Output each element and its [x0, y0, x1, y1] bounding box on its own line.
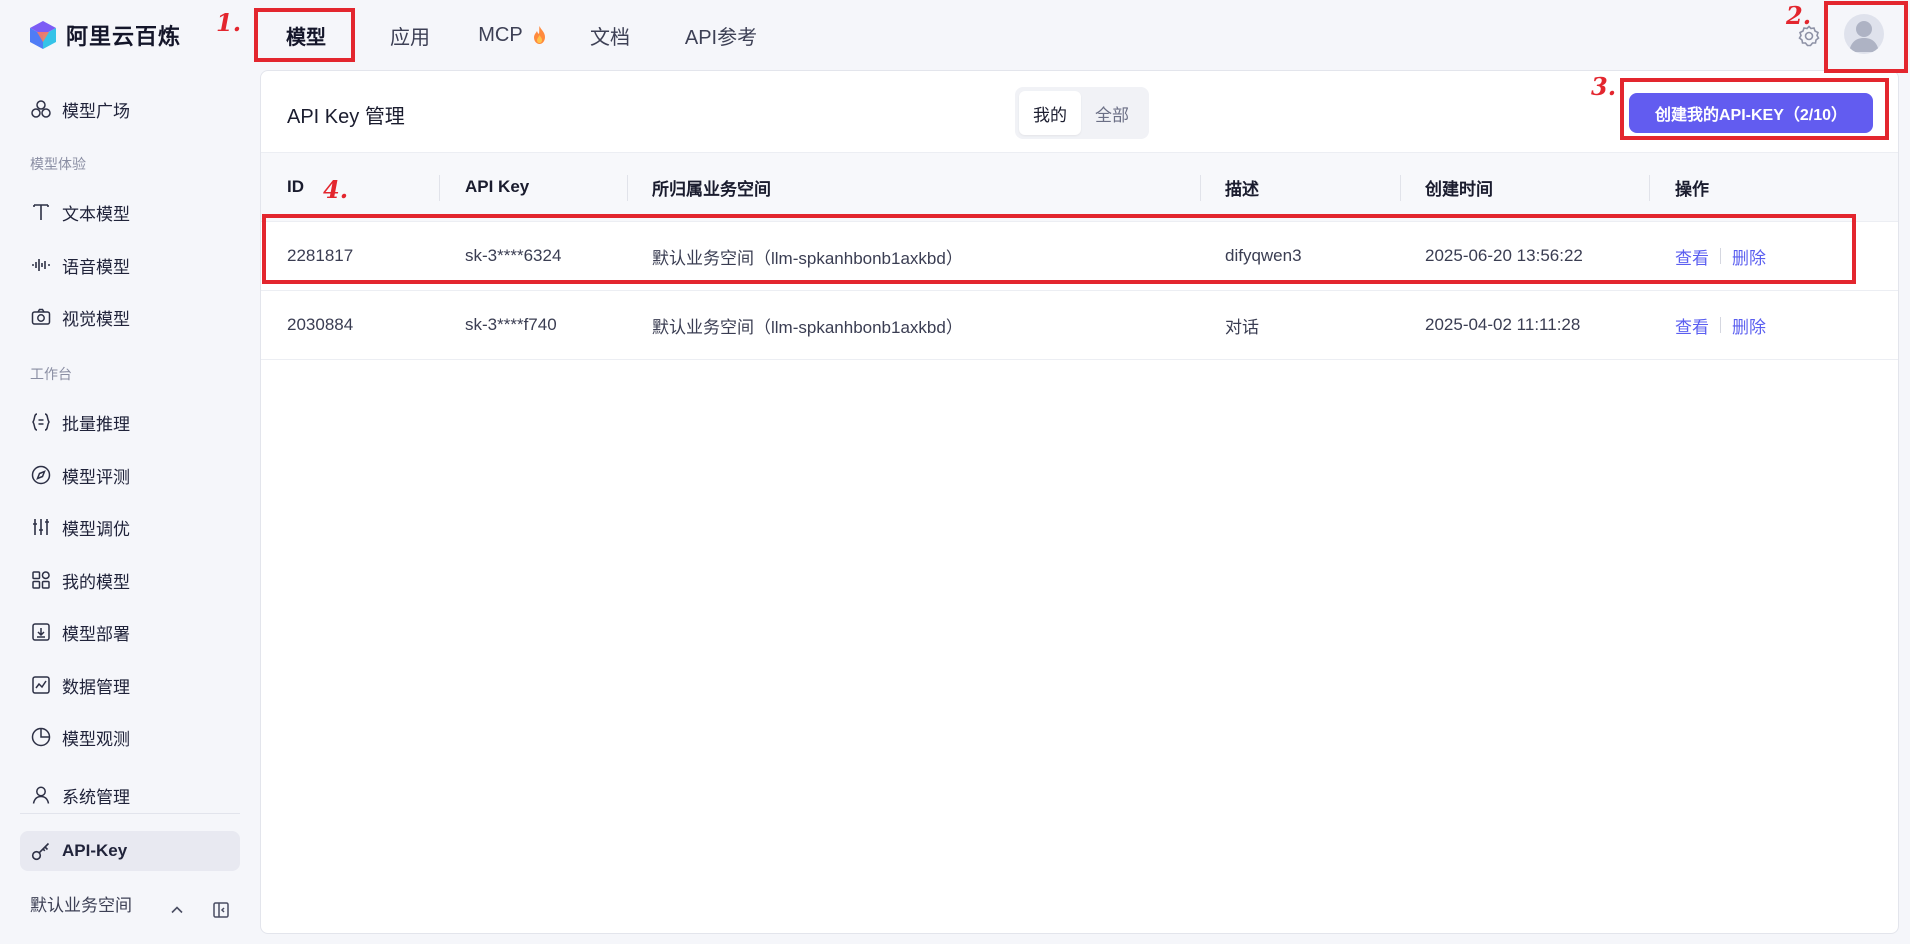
sidebar-item-model-plaza[interactable]: 模型广场 [20, 89, 240, 129]
annotation-box-models-tab [254, 8, 355, 62]
section-model-experience: 模型体验 [30, 156, 86, 172]
cell-id: 2030884 [287, 315, 354, 334]
model-plaza-icon [31, 100, 51, 118]
sidebar-item-label: 我的模型 [62, 572, 130, 592]
workspace-switcher[interactable]: 默认业务空间 [30, 888, 132, 918]
tab-apps-label: 应用 [390, 26, 430, 49]
segment-all[interactable]: 全部 [1081, 91, 1143, 135]
page-title: API Key 管理 [287, 106, 405, 128]
pie-chart-icon [31, 727, 51, 747]
column-divider [439, 175, 440, 201]
column-header-created: 创建时间 [1425, 179, 1493, 199]
sidebar-item-model-tuning[interactable]: 模型调优 [20, 507, 240, 547]
column-header-id: ID [287, 177, 304, 196]
column-header-actions: 操作 [1675, 179, 1709, 199]
tab-mcp-label: MCP [478, 23, 523, 46]
sidebar-item-label: 语音模型 [62, 257, 130, 277]
column-header-api-key: API Key [465, 177, 530, 196]
annotation-number-3: 3. [1591, 72, 1617, 101]
compass-icon [31, 465, 51, 485]
sidebar-item-label: 模型评测 [62, 467, 130, 487]
sidebar-collapse-icon[interactable] [211, 900, 231, 920]
tab-docs-label: 文档 [590, 26, 630, 49]
sidebar-item-vision-model[interactable]: 视觉模型 [20, 297, 240, 337]
grid-icon [32, 571, 50, 589]
view-link[interactable]: 查看 [1675, 313, 1709, 338]
brand-logo[interactable]: 阿里云百炼 [28, 20, 181, 50]
sidebar-item-label: 模型调优 [62, 519, 130, 539]
section-workbench: 工作台 [30, 366, 72, 382]
brand-name: 阿里云百炼 [66, 24, 182, 49]
chevron-up-icon[interactable] [168, 901, 186, 919]
delete-link[interactable]: 删除 [1732, 313, 1766, 338]
column-divider [1400, 175, 1401, 201]
user-icon [32, 786, 50, 804]
text-icon [33, 204, 49, 220]
column-divider [1200, 175, 1201, 201]
cell-workspace: 默认业务空间（llm-spkanhbonb1axkbd） [652, 317, 963, 337]
workspace-label: 默认业务空间 [30, 895, 132, 915]
cell-created: 2025-04-02 11:11:28 [1425, 315, 1581, 334]
sidebar-item-data-management[interactable]: 数据管理 [20, 665, 240, 705]
tab-apps[interactable]: 应用 [366, 0, 454, 70]
download-box-icon [32, 623, 50, 641]
sidebar-item-label: API-Key [62, 841, 128, 860]
sidebar-item-audio-model[interactable]: 语音模型 [20, 245, 240, 285]
sidebar-item-model-evaluation[interactable]: 模型评测 [20, 455, 240, 495]
sidebar-divider [20, 813, 240, 814]
sidebar-item-label: 文本模型 [62, 204, 130, 224]
annotation-number-4: 4. [323, 175, 349, 204]
annotation-number-2: 2. [1786, 1, 1812, 30]
table-header: ID API Key 所归属业务空间 描述 创建时间 操作 [261, 152, 1898, 222]
tab-api-reference-label: API参考 [684, 26, 758, 49]
annotation-number-1: 1. [216, 8, 242, 37]
sidebar-item-text-model[interactable]: 文本模型 [20, 192, 240, 232]
brand-logo-icon [30, 21, 56, 49]
fire-icon [533, 26, 545, 44]
annotation-box-avatar [1824, 1, 1908, 73]
sidebar-item-label: 批量推理 [62, 414, 130, 434]
sidebar-item-label: 视觉模型 [62, 309, 130, 329]
tab-api-reference[interactable]: API参考 [662, 0, 780, 70]
column-divider [627, 175, 628, 201]
line-chart-icon [32, 676, 50, 694]
api-key-panel: API Key 管理 我的 全部 创建我的API-KEY（2/10） ID AP… [260, 70, 1899, 934]
cell-actions: 查看 删除 [1675, 291, 1766, 359]
sidebar-item-label: 模型观测 [62, 729, 130, 749]
column-header-workspace: 所归属业务空间 [652, 179, 771, 199]
sidebar-item-model-deploy[interactable]: 模型部署 [20, 612, 240, 652]
tab-mcp[interactable]: MCP [468, 0, 558, 70]
sidebar-item-my-models[interactable]: 我的模型 [20, 560, 240, 600]
cell-api-key: sk-3****f740 [465, 315, 557, 334]
action-divider [1720, 317, 1721, 333]
key-icon [31, 842, 50, 861]
column-divider [1649, 175, 1650, 201]
sliders-icon [33, 519, 49, 535]
sidebar-item-system-management[interactable]: 系统管理 [20, 775, 240, 815]
segment-mine[interactable]: 我的 [1019, 91, 1081, 135]
sidebar-item-label: 模型部署 [62, 624, 130, 644]
scope-segmented-control: 我的 全部 [1015, 87, 1149, 139]
sidebar-item-model-observe[interactable]: 模型观测 [20, 717, 240, 757]
sidebar-item-label: 系统管理 [62, 787, 130, 807]
audio-wave-icon [32, 259, 50, 271]
annotation-box-create-button [1620, 78, 1889, 140]
braces-icon [32, 413, 50, 431]
table-row: 2030884 sk-3****f740 默认业务空间（llm-spkanhbo… [261, 291, 1898, 360]
sidebar-item-batch-inference[interactable]: 批量推理 [20, 402, 240, 442]
annotation-box-first-row [262, 214, 1856, 284]
camera-icon [31, 308, 51, 325]
tab-docs[interactable]: 文档 [572, 0, 648, 70]
sidebar-item-label: 模型广场 [62, 101, 130, 121]
column-header-description: 描述 [1225, 179, 1259, 199]
sidebar-item-api-key[interactable]: API-Key [20, 831, 240, 871]
cell-description: 对话 [1225, 317, 1259, 337]
sidebar-item-label: 数据管理 [62, 677, 130, 697]
